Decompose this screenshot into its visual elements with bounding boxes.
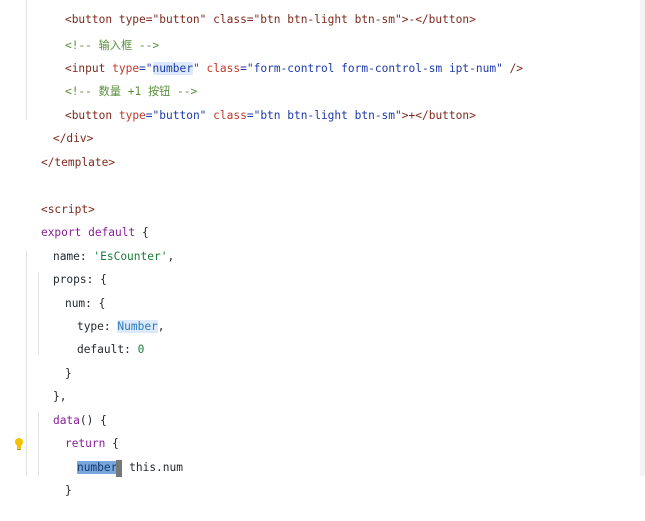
code-line-20[interactable]: } (38, 461, 72, 497)
code-token: , (167, 250, 175, 263)
code-string: ="form-control form-control-sm ipt-num" (240, 62, 503, 75)
code-token: } (64, 484, 72, 497)
code-attr: type (118, 109, 146, 122)
code-token: , (157, 320, 165, 333)
code-line-11[interactable]: props: { (26, 250, 107, 286)
code-line-7[interactable]: </template> (14, 133, 115, 169)
code-line-15[interactable]: } (38, 344, 72, 380)
lightbulb-icon[interactable] (14, 437, 24, 451)
code-token: >+</button> (401, 109, 476, 122)
code-line-10[interactable]: name: 'EsCounter', (26, 227, 174, 263)
code-line-4[interactable]: <!-- 数量 +1 按钮 --> (38, 62, 197, 98)
indent-guide (26, 0, 27, 120)
code-string: ="btn btn-light btn-sm" (246, 109, 402, 122)
code-line-13[interactable]: type: Number, (50, 297, 165, 333)
code-line-2[interactable]: <!-- 输入框 --> (38, 16, 159, 52)
code-attr: class (206, 62, 241, 75)
code-line-14[interactable]: default: 0 (50, 320, 144, 356)
code-token: /> (502, 62, 524, 75)
code-string: ="button" (145, 109, 214, 122)
code-number: 0 (137, 343, 145, 356)
code-attr: class (213, 109, 247, 122)
code-editor[interactable]: <button type="button" class="btn btn-lig… (0, 0, 645, 497)
code-token: </template> (40, 156, 116, 169)
code-line-16[interactable]: }, (26, 367, 66, 403)
code-line-18[interactable]: return { (38, 414, 119, 450)
code-line-12[interactable]: num: { (38, 274, 105, 310)
code-token: default: (76, 343, 138, 356)
code-line-19[interactable]: number this.num (50, 438, 183, 477)
scrollbar-track[interactable] (640, 0, 645, 476)
code-line-9[interactable]: export default { (14, 203, 149, 239)
code-line-3[interactable]: <input type="number" class="form-control… (38, 39, 523, 75)
code-token: this.num (122, 461, 183, 474)
code-line-17[interactable]: data() { (26, 391, 107, 427)
code-line-6[interactable]: </div> (26, 109, 93, 145)
selected-word: number (76, 461, 118, 474)
code-line-8[interactable]: <script> (14, 180, 95, 216)
code-line-5[interactable]: <button type="button" class="btn btn-lig… (38, 86, 476, 122)
code-line-1[interactable]: <button type="button" class="btn btn-lig… (38, 0, 476, 26)
